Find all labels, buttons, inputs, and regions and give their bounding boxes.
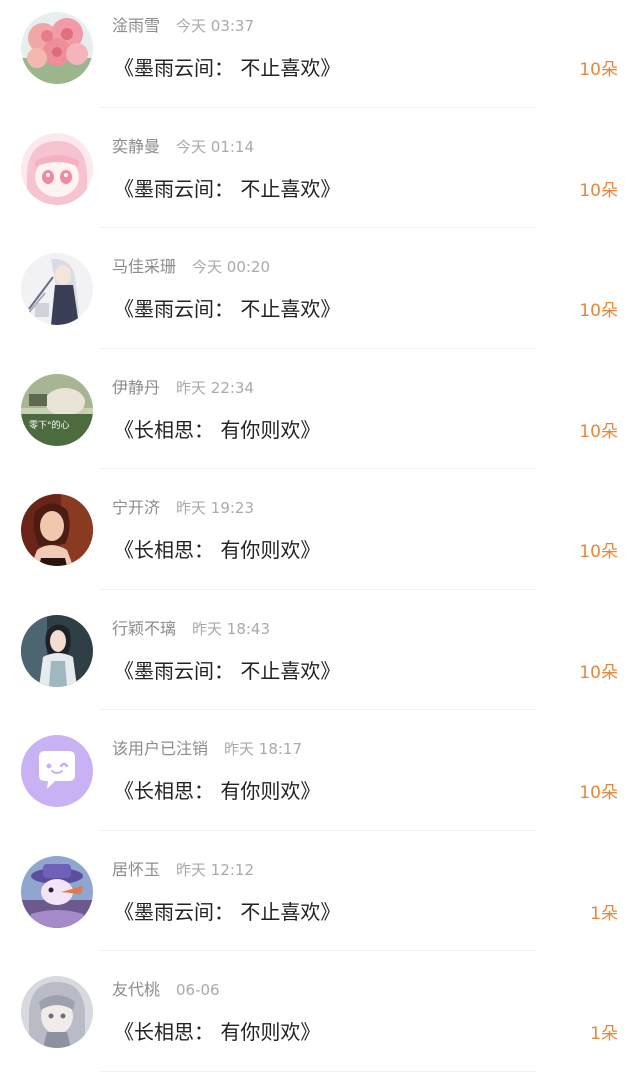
avatar[interactable] — [21, 253, 93, 325]
flower-count: 10朵 — [579, 662, 618, 683]
default-chat-avatar-icon — [21, 735, 93, 807]
list-item[interactable]: 零下°的心 伊静丹 昨天 22:34 《长相思： 有你则欢》 10朵 — [0, 362, 640, 483]
book-title[interactable]: 《长相思： 有你则欢》 — [114, 1018, 320, 1046]
book-title[interactable]: 《长相思： 有你则欢》 — [114, 416, 320, 444]
woman-drama-avatar-icon — [21, 614, 93, 687]
book-title[interactable]: 《墨雨云间： 不止喜欢》 — [114, 54, 340, 82]
anime-gray-avatar-icon — [21, 976, 93, 1048]
woman-photo-avatar-icon — [21, 494, 93, 566]
book-title[interactable]: 《墨雨云间： 不止喜欢》 — [114, 657, 340, 685]
divider — [100, 468, 535, 469]
timestamp: 昨天 18:43 — [192, 619, 271, 638]
avatar-caption: 零下°的心 — [29, 419, 70, 431]
list-item[interactable]: 宁开济 昨天 19:23 《长相思： 有你则欢》 10朵 — [0, 482, 640, 603]
list-item[interactable]: 行颖不璃 昨天 18:43 《墨雨云间： 不止喜欢》 10朵 — [0, 603, 640, 724]
timestamp: 昨天 19:23 — [176, 499, 255, 517]
book-title[interactable]: 《长相思： 有你则欢》 — [114, 536, 320, 564]
divider — [100, 588, 535, 590]
avatar[interactable] — [21, 12, 93, 84]
record-meta: 行颖不璃 昨天 18:43 — [112, 618, 270, 640]
record-meta: 宁开济 昨天 19:23 — [112, 497, 254, 519]
timestamp: 今天 00:20 — [192, 258, 271, 276]
flower-count: 10朵 — [579, 301, 618, 321]
list-item[interactable]: 友代桃 06-06 《长相思： 有你则欢》 1朵 — [0, 964, 640, 1085]
list-item[interactable]: 该用户已注销 昨天 18:17 《长相思： 有你则欢》 10朵 — [0, 723, 640, 844]
timestamp: 今天 03:37 — [176, 17, 255, 35]
book-title[interactable]: 《墨雨云间： 不止喜欢》 — [114, 175, 340, 203]
list-item[interactable]: 淦雨雪 今天 03:37 《墨雨云间： 不止喜欢》 10朵 — [0, 0, 640, 121]
anime-white-hair-avatar-icon — [21, 253, 93, 325]
avatar[interactable] — [21, 614, 93, 687]
avatar[interactable] — [21, 132, 93, 205]
list-item[interactable]: 奕静曼 今天 01:14 《墨雨云间： 不止喜欢》 10朵 — [0, 121, 640, 242]
gift-record-list: 淦雨雪 今天 03:37 《墨雨云间： 不止喜欢》 10朵 奕静曼 今天 01:14… — [0, 0, 640, 1088]
flower-count: 10朵 — [579, 783, 618, 803]
divider — [100, 950, 535, 951]
timestamp: 今天 01:14 — [176, 137, 255, 156]
avatar[interactable]: 零下°的心 — [21, 373, 93, 446]
divider — [100, 1070, 535, 1072]
avatar[interactable] — [21, 976, 93, 1048]
flower-count: 1朵 — [590, 903, 618, 924]
record-meta: 该用户已注销 昨天 18:17 — [112, 738, 302, 760]
list-item[interactable]: 马佳采珊 今天 00:20 《墨雨云间： 不止喜欢》 10朵 — [0, 241, 640, 362]
record-meta: 马佳采珊 今天 00:20 — [112, 256, 270, 278]
username[interactable]: 伊静丹 — [112, 378, 160, 397]
photo-green-avatar-icon: 零下°的心 — [21, 373, 93, 446]
list-item[interactable]: 居怀玉 昨天 12:12 《墨雨云间： 不止喜欢》 1朵 — [0, 844, 640, 965]
timestamp: 昨天 18:17 — [224, 740, 303, 758]
flower-count: 1朵 — [590, 1024, 618, 1044]
divider — [100, 106, 535, 108]
username[interactable]: 行颖不璃 — [112, 619, 176, 638]
record-meta: 奕静曼 今天 01:14 — [112, 136, 254, 158]
username[interactable]: 奕静曼 — [112, 137, 160, 156]
record-meta: 淦雨雪 今天 03:37 — [112, 15, 254, 37]
record-meta: 友代桃 06-06 — [112, 979, 220, 1001]
book-title[interactable]: 《墨雨云间： 不止喜欢》 — [114, 898, 340, 926]
book-title[interactable]: 《墨雨云间： 不止喜欢》 — [114, 295, 340, 323]
flower-count: 10朵 — [579, 542, 618, 562]
avatar[interactable] — [21, 855, 93, 928]
book-title[interactable]: 《长相思： 有你则欢》 — [114, 777, 320, 805]
anime-pink-avatar-icon — [21, 132, 93, 205]
timestamp: 昨天 22:34 — [176, 378, 255, 397]
username[interactable]: 马佳采珊 — [112, 257, 176, 276]
username[interactable]: 淦雨雪 — [112, 16, 160, 35]
divider — [100, 829, 535, 831]
avatar[interactable] — [21, 735, 93, 807]
divider — [100, 347, 535, 349]
cartoon-hat-avatar-icon — [21, 855, 93, 928]
record-meta: 伊静丹 昨天 22:34 — [112, 377, 254, 399]
record-meta: 居怀玉 昨天 12:12 — [112, 859, 254, 881]
username[interactable]: 友代桃 — [112, 980, 160, 999]
username[interactable]: 居怀玉 — [112, 860, 160, 879]
flower-count: 10朵 — [579, 421, 618, 442]
timestamp: 昨天 12:12 — [176, 860, 255, 879]
username[interactable]: 该用户已注销 — [112, 739, 208, 758]
divider — [100, 709, 535, 710]
username[interactable]: 宁开济 — [112, 498, 160, 517]
flowers-avatar-icon — [21, 12, 93, 84]
divider — [100, 227, 535, 228]
avatar[interactable] — [21, 494, 93, 566]
flower-count: 10朵 — [579, 60, 618, 80]
timestamp: 06-06 — [176, 981, 220, 999]
flower-count: 10朵 — [579, 180, 618, 201]
